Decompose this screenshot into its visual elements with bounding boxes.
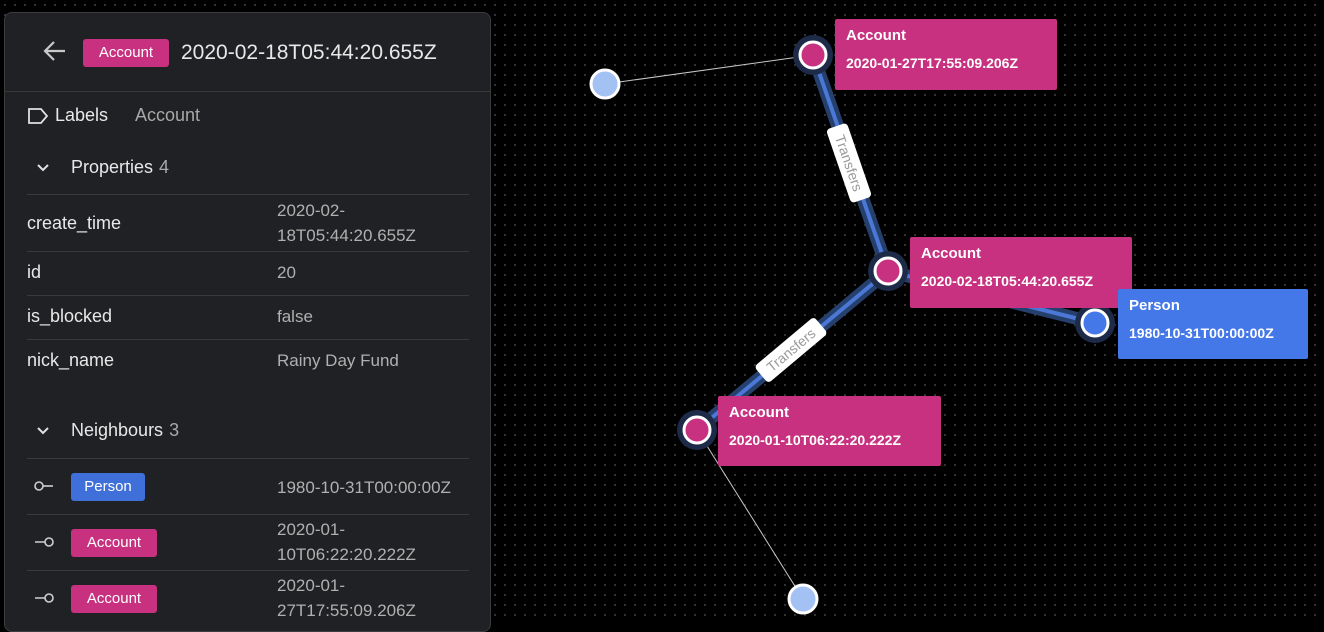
table-row: nick_name Rainy Day Fund [27, 339, 469, 383]
edge-outgoing-icon [35, 593, 54, 603]
neighbour-label-chip: Account [71, 529, 157, 557]
table-row: create_time 2020-02-18T05:44:20.655Z [27, 194, 469, 251]
edge-label-transfers-upper[interactable]: Transfers [826, 123, 872, 204]
node-account-mid[interactable] [873, 256, 903, 286]
neighbour-label-chip: Person [71, 473, 145, 501]
labels-key: Labels [55, 105, 109, 125]
node-label-value: 2020-01-10T06:22:20.222Z [729, 432, 902, 448]
node-account-top[interactable] [798, 40, 828, 70]
node-unlabeled-bottom[interactable] [787, 583, 819, 615]
property-value: 20 [277, 263, 296, 282]
labels-value: Account [135, 105, 201, 125]
edge-label-transfers-lower[interactable]: Transfers [754, 317, 828, 384]
node-label-value: 2020-01-27T17:55:09.206Z [846, 55, 1019, 71]
properties-table: create_time 2020-02-18T05:44:20.655Z id … [27, 194, 469, 383]
node-unlabeled-top[interactable] [589, 68, 621, 100]
property-key: create_time [27, 213, 122, 233]
neighbours-title-text: Neighbours [71, 420, 164, 440]
property-value: 2020-02-18T05:44:20.655Z [277, 201, 416, 245]
neighbours-count: 3 [169, 420, 180, 440]
node-details-panel: Account 2020-02-18T05:44:20.655Z Labels … [4, 12, 491, 632]
neighbour-value: 2020-01-10T06:22:20.222Z [277, 520, 416, 564]
node-label-account-mid[interactable]: Account 2020-02-18T05:44:20.655Z [910, 237, 1132, 308]
properties-count: 4 [159, 157, 170, 177]
list-item[interactable]: Account 2020-01-27T17:55:09.206Z [27, 570, 469, 626]
neighbours-title: Neighbours 3 [71, 420, 179, 441]
chevron-down-icon [37, 164, 49, 172]
neighbours-table: Person 1980-10-31T00:00:00Z Account 2020… [27, 458, 469, 626]
property-value: Rainy Day Fund [277, 351, 399, 370]
neighbour-value: 1980-10-31T00:00:00Z [277, 478, 451, 497]
node-label-person[interactable]: Person 1980-10-31T00:00:00Z [1118, 289, 1308, 359]
panel-header: Account 2020-02-18T05:44:20.655Z [5, 13, 490, 92]
edge-outgoing-icon [35, 537, 54, 547]
node-label-type: Account [729, 404, 789, 421]
neighbour-value: 2020-01-27T17:55:09.206Z [277, 576, 416, 620]
properties-title: Properties 4 [71, 157, 169, 178]
list-item[interactable]: Person 1980-10-31T00:00:00Z [27, 458, 469, 514]
back-button[interactable] [41, 37, 69, 65]
header-label-chip: Account [83, 39, 169, 67]
list-item[interactable]: Account 2020-01-10T06:22:20.222Z [27, 514, 469, 570]
labels-row: Labels Account [27, 103, 327, 129]
node-label-type: Account [846, 27, 906, 44]
node-person[interactable] [1080, 308, 1110, 338]
property-key: id [27, 262, 42, 282]
arrow-left-icon [43, 41, 65, 61]
node-label-type: Person [1129, 297, 1180, 314]
node-label-account-top[interactable]: Account 2020-01-27T17:55:09.206Z [835, 19, 1057, 90]
properties-title-text: Properties [71, 157, 154, 177]
property-value: false [277, 307, 313, 326]
properties-section-toggle[interactable]: Properties 4 [35, 154, 335, 182]
edge-label-transfers-lower-text: Transfers [763, 325, 818, 375]
neighbours-section-toggle[interactable]: Neighbours 3 [35, 417, 335, 445]
node-account-bottom[interactable] [682, 415, 712, 445]
table-row: is_blocked false [27, 295, 469, 339]
edge-label-transfers-upper-text: Transfers [832, 133, 866, 194]
edge-incoming-icon [34, 481, 53, 491]
table-row: id 20 [27, 251, 469, 295]
node-label-value: 2020-02-18T05:44:20.655Z [921, 273, 1094, 289]
node-label-value: 1980-10-31T00:00:00Z [1129, 325, 1274, 341]
property-key: nick_name [27, 350, 115, 370]
node-label-type: Account [921, 245, 981, 262]
tag-icon [28, 108, 49, 124]
neighbour-label-chip: Account [71, 585, 157, 613]
property-key: is_blocked [27, 306, 113, 326]
edge-top-unlabeled[interactable] [604, 54, 814, 85]
page-title: 2020-02-18T05:44:20.655Z [181, 41, 437, 64]
chevron-down-icon [37, 427, 49, 435]
node-label-account-bottom[interactable]: Account 2020-01-10T06:22:20.222Z [718, 396, 941, 466]
